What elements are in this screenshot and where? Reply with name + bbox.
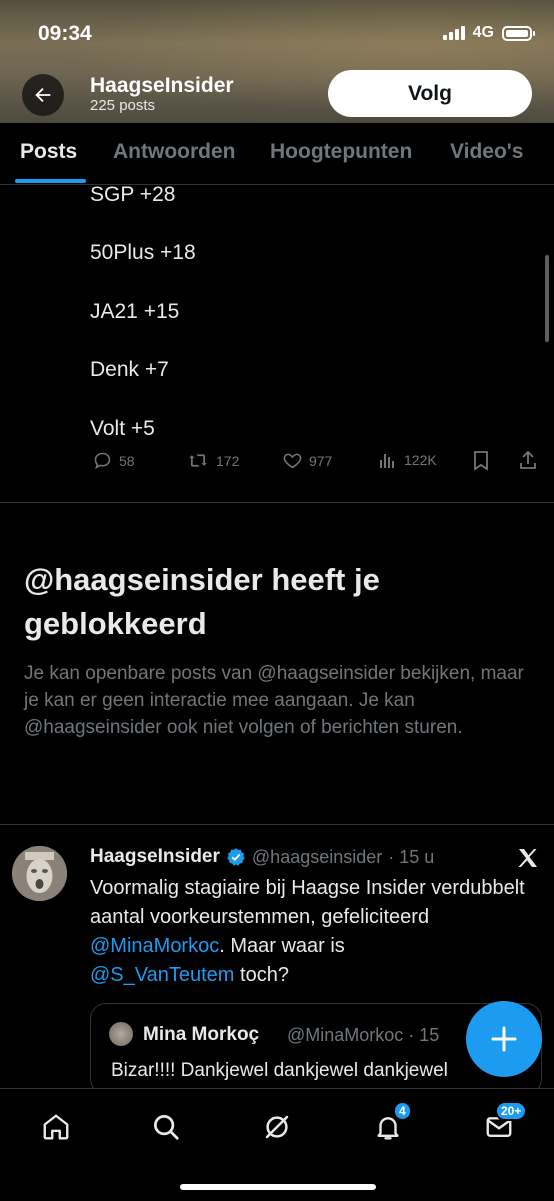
home-icon <box>43 1114 69 1140</box>
mention-link[interactable]: @S_VanTeutem <box>90 964 234 986</box>
divider <box>0 824 554 825</box>
post-line: Volt +5 <box>90 417 155 440</box>
profile-name: HaagseInsider <box>90 74 234 97</box>
blocked-description: Je kan openbare posts van @haagseinsider… <box>24 663 524 738</box>
heart-icon <box>283 453 302 469</box>
back-button[interactable] <box>22 74 64 116</box>
tweet-text: Voormalig stagiaire bij Haagse Insider v… <box>90 874 530 990</box>
quoted-handle: @MinaMorkoc · 15 <box>287 1025 440 1045</box>
compose-post-button[interactable] <box>466 1001 542 1077</box>
views-button[interactable]: 122K <box>378 450 437 470</box>
tweet-author[interactable]: HaagseInsider <box>90 846 220 868</box>
share-button[interactable] <box>518 450 538 471</box>
quoted-author: Mina Morkoç <box>143 1024 260 1045</box>
status-indicators: 4G <box>442 24 535 42</box>
mention-link[interactable]: @MinaMorkoc <box>90 935 219 957</box>
statue-face-avatar-icon <box>12 846 67 901</box>
post-line: Denk +7 <box>90 358 169 381</box>
follow-button[interactable]: Volg <box>328 70 532 117</box>
tweet-text-part: Voormalig stagiaire bij Haagse Insider v… <box>90 877 525 928</box>
nav-messages[interactable]: 20+ <box>479 1101 528 1147</box>
tweet-time: · 15 u <box>388 846 435 867</box>
home-indicator[interactable] <box>180 1184 376 1190</box>
post-line: JA21 +15 <box>90 300 180 323</box>
x-logo-icon <box>518 849 537 867</box>
tweet-text-part: toch? <box>234 964 289 986</box>
blocked-title: @haagseinsider heeft je geblokkeerd <box>24 562 380 641</box>
reply-icon <box>94 452 111 470</box>
post-line: SGP +28 <box>90 183 176 206</box>
nav-search[interactable] <box>146 1107 186 1147</box>
tab-posts[interactable]: Posts <box>20 140 77 164</box>
view-count: 122K <box>404 452 437 468</box>
post-count: 225 posts <box>90 97 156 114</box>
scrollbar[interactable] <box>545 255 549 342</box>
post-line: 50Plus +18 <box>90 241 196 264</box>
battery-icon <box>502 25 535 41</box>
avatar[interactable] <box>12 846 67 901</box>
nav-grok[interactable] <box>257 1107 297 1147</box>
profile-tabs: Posts Antwoorden Hoogtepunten Video's <box>0 123 554 185</box>
signal-icon <box>442 26 465 40</box>
notifications-badge: 4 <box>393 1101 412 1121</box>
tab-videos[interactable]: Video's <box>450 140 523 164</box>
share-icon <box>520 450 536 469</box>
like-count: 977 <box>309 452 333 469</box>
tweet-header: HaagseInsider @haagseinsider · 15 u <box>90 846 434 868</box>
quoted-text: Bizar!!!! Dankjewel dankjewel dankjewel <box>111 1060 448 1081</box>
views-chart-icon <box>380 454 394 468</box>
status-time: 09:34 <box>38 22 92 45</box>
tab-replies[interactable]: Antwoorden <box>113 140 235 164</box>
search-icon <box>154 1115 179 1140</box>
nav-notifications[interactable]: 4 <box>368 1101 412 1147</box>
tab-highlights[interactable]: Hoogtepunten <box>270 140 412 164</box>
bookmark-button[interactable] <box>472 450 490 471</box>
divider <box>0 502 554 503</box>
arrow-left-icon <box>35 87 51 103</box>
active-tab-indicator <box>15 179 86 183</box>
tweet-handle[interactable]: @haagseinsider <box>252 847 382 868</box>
repost-button[interactable]: 172 <box>186 450 239 471</box>
like-button[interactable]: 977 <box>282 450 332 471</box>
repost-count: 172 <box>216 452 240 469</box>
repost-icon <box>189 454 207 467</box>
network-label: 4G <box>472 24 494 41</box>
nav-home[interactable] <box>36 1107 76 1147</box>
reply-button[interactable]: 58 <box>92 450 135 471</box>
tweet-text-part: . Maar waar is <box>219 935 345 957</box>
grok-icon <box>265 1115 289 1139</box>
quoted-avatar <box>109 1022 133 1046</box>
bookmark-icon <box>474 451 488 471</box>
plus-icon <box>491 1026 517 1052</box>
verified-badge-icon <box>227 848 245 866</box>
post-actions: 58 172 977 122K <box>0 450 554 480</box>
reply-count: 58 <box>119 452 135 469</box>
messages-badge: 20+ <box>495 1101 528 1121</box>
